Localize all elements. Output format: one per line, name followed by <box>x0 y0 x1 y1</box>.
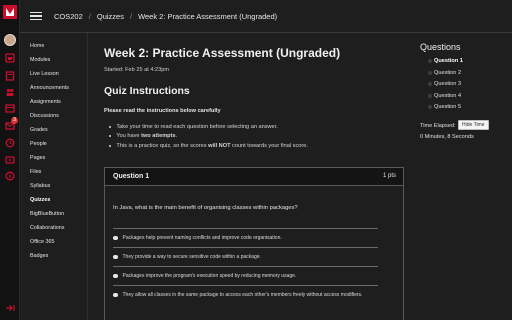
answer-option-3[interactable]: Packages improve the program's execution… <box>113 266 378 285</box>
question-text: In Java, what is the main benefit of org… <box>113 205 298 211</box>
question-link-5[interactable]: Question 5 <box>428 104 461 110</box>
global-nav: 3 <box>0 0 20 320</box>
logo[interactable] <box>3 5 17 19</box>
course-nav-home[interactable]: Home <box>30 43 44 49</box>
breadcrumb-page: Week 2: Practice Assessment (Ungraded) <box>138 11 278 21</box>
instructions-list: Take your time to read each question bef… <box>109 122 308 151</box>
questions-heading: Questions <box>420 42 461 52</box>
emphasis-text: two attempts <box>141 133 176 140</box>
radio-button[interactable] <box>113 254 118 260</box>
radio-button[interactable] <box>113 273 118 279</box>
question-status-icon <box>428 59 432 63</box>
question-link-1[interactable]: Question 1 <box>428 58 463 64</box>
hide-time-button[interactable]: Hide Time <box>458 120 489 130</box>
courses-icon[interactable] <box>4 70 16 82</box>
groups-icon[interactable] <box>4 86 16 98</box>
question-card: Question 1 1 pts In Java, what is the ma… <box>104 167 404 320</box>
answer-option-4[interactable]: They allow all classes in the same packa… <box>113 285 378 304</box>
instructions-lead: Please read the instructions below caref… <box>104 108 221 114</box>
question-link-label: Question 1 <box>434 58 463 64</box>
answer-text: They provide a way to secure sensitive c… <box>122 254 261 260</box>
course-nav-office-365[interactable]: Office 365 <box>30 239 54 245</box>
instruction-text: This is a practice quiz, so the scores w… <box>116 142 308 149</box>
course-nav-files[interactable]: Files <box>30 169 41 175</box>
dashboard-icon[interactable] <box>4 52 16 64</box>
time-elapsed-label: Time Elapsed: <box>420 123 456 129</box>
course-nav-announcements[interactable]: Announcements <box>30 85 69 91</box>
calendar-icon[interactable] <box>4 102 16 114</box>
breadcrumb-course[interactable]: COS202 <box>54 12 83 21</box>
answer-text: Packages help prevent naming conflicts a… <box>122 235 282 241</box>
answer-option-1[interactable]: Packages help prevent naming conflicts a… <box>113 228 378 247</box>
course-nav-syllabus[interactable]: Syllabus <box>30 183 50 189</box>
course-nav-bigbluebutton[interactable]: BigBlueButton <box>30 211 64 217</box>
question-header: Question 1 1 pts <box>105 168 403 186</box>
breadcrumb-separator: / <box>129 11 133 21</box>
question-status-icon <box>428 93 432 98</box>
inbox-badge: 3 <box>11 117 18 124</box>
course-nav-collaborations[interactable]: Collaborations <box>30 225 64 231</box>
instruction-item: Take your time to read each question bef… <box>109 122 308 132</box>
course-nav-pages[interactable]: Pages <box>30 155 45 161</box>
answer-text: They allow all classes in the same packa… <box>122 292 363 298</box>
answer-text: Packages improve the program's execution… <box>122 273 297 279</box>
question-status-icon <box>428 105 432 109</box>
radio-button[interactable] <box>113 292 118 298</box>
bullet-icon <box>109 144 112 147</box>
time-elapsed-value: 0 Minutes, 8 Seconds <box>420 134 474 140</box>
question-link-label: Question 5 <box>434 104 462 110</box>
radio-button[interactable] <box>113 235 118 241</box>
course-nav-discussions[interactable]: Discussions <box>30 113 59 119</box>
page-title: Week 2: Practice Assessment (Ungraded) <box>104 46 341 60</box>
history-icon[interactable] <box>4 137 16 149</box>
emphasis-text: will NOT <box>208 142 231 149</box>
instructions-heading: Quiz Instructions <box>104 85 190 97</box>
bullet-icon <box>109 135 112 138</box>
answer-option-2[interactable]: They provide a way to secure sensitive c… <box>113 247 378 266</box>
started-time: Started: Feb 25 at 4:23pm <box>104 67 169 73</box>
course-nav-badges[interactable]: Badges <box>30 253 48 259</box>
studio-icon[interactable] <box>4 154 16 166</box>
instruction-item: You have two attempts. <box>109 132 308 142</box>
question-link-3[interactable]: Question 3 <box>428 81 461 87</box>
question-link-label: Question 3 <box>434 81 462 87</box>
course-nav-modules[interactable]: Modules <box>30 57 50 63</box>
hamburger-icon[interactable] <box>30 11 42 21</box>
instruction-item: This is a practice quiz, so the scores w… <box>109 141 308 151</box>
question-link-label: Question 2 <box>434 69 462 76</box>
instruction-text: You have two attempts. <box>116 133 178 140</box>
question-title: Question 1 <box>113 173 150 180</box>
bullet-icon <box>109 125 112 128</box>
breadcrumb-separator: / <box>88 11 91 21</box>
instruction-text: Take your time to read each question bef… <box>116 123 278 130</box>
course-nav-people[interactable]: People <box>30 141 47 147</box>
question-points: 1 pts <box>382 173 396 179</box>
breadcrumb: COS202 / Quizzes / Week 2: Practice Asse… <box>54 12 277 21</box>
course-nav-assignments[interactable]: Assignments <box>30 99 61 105</box>
question-status-icon <box>428 70 432 75</box>
question-link-label: Question 4 <box>434 92 462 99</box>
course-nav-quizzes[interactable]: Quizzes <box>30 197 50 203</box>
question-status-icon <box>428 82 432 86</box>
question-link-2[interactable]: Question 2 <box>428 70 461 76</box>
course-nav-grades[interactable]: Grades <box>30 127 48 133</box>
question-link-4[interactable]: Question 4 <box>428 93 461 99</box>
help-icon[interactable] <box>4 170 16 182</box>
top-bar: COS202 / Quizzes / Week 2: Practice Asse… <box>20 0 512 33</box>
course-nav-live-lesson[interactable]: Live Lesson <box>30 71 59 77</box>
course-nav: Home Modules Live Lesson Announcements A… <box>20 33 88 320</box>
avatar[interactable] <box>4 34 16 46</box>
collapse-icon[interactable] <box>4 302 16 314</box>
breadcrumb-section[interactable]: Quizzes <box>97 12 124 21</box>
